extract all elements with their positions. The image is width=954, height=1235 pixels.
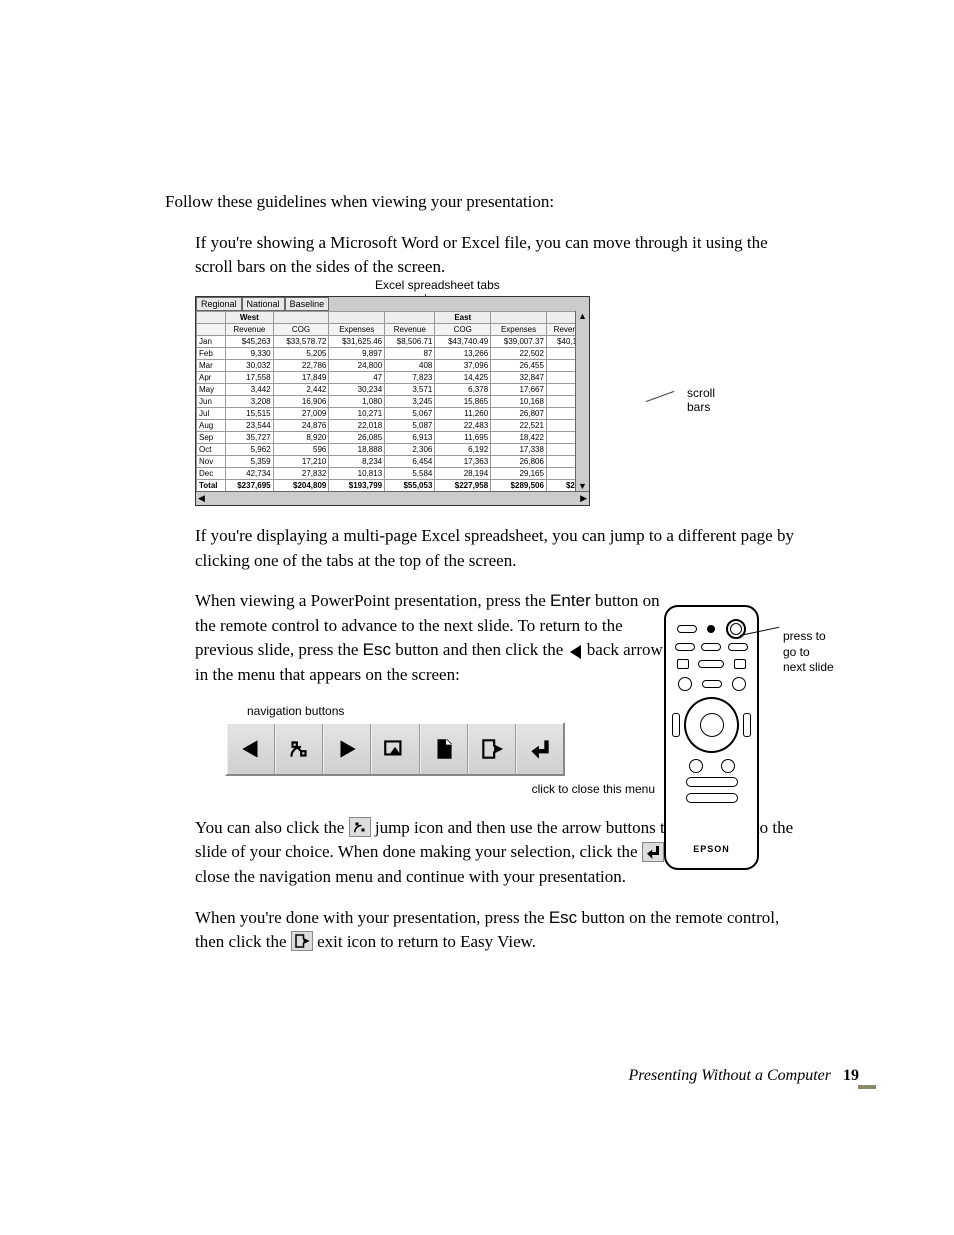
rc-power-button	[726, 619, 746, 639]
rc-button	[743, 713, 751, 737]
excel-tabs-caption: Excel spreadsheet tabs	[375, 278, 500, 292]
rc-button	[686, 793, 738, 803]
return-icon	[642, 842, 664, 862]
rc-button	[677, 659, 689, 669]
vertical-scrollbar[interactable]	[575, 311, 589, 491]
rc-button	[686, 777, 738, 787]
remote-control-figure: EPSON press to go to next slide	[664, 605, 854, 870]
rc-button	[677, 625, 697, 633]
callout-line	[646, 391, 675, 402]
rc-button	[678, 677, 692, 691]
bullet-scrollbars: If you're showing a Microsoft Word or Ex…	[195, 231, 795, 280]
rc-button	[698, 660, 724, 668]
remote-annotation: press to go to next slide	[759, 629, 834, 676]
left-arrow-icon	[570, 645, 581, 659]
excel-tab-baseline[interactable]: Baseline	[285, 297, 330, 311]
rc-button	[702, 680, 722, 688]
nav-forward-button[interactable]	[323, 724, 371, 774]
para-multitab: If you're displaying a multi-page Excel …	[195, 524, 795, 573]
nav-return-button[interactable]	[516, 724, 563, 774]
rc-button	[672, 713, 680, 737]
nav-exit-button[interactable]	[468, 724, 516, 774]
nav-jump-button[interactable]	[275, 724, 323, 774]
rc-button	[728, 643, 748, 651]
intro-text: Follow these guidelines when viewing you…	[165, 190, 795, 215]
rc-button	[689, 759, 703, 773]
remote-brand: EPSON	[672, 844, 751, 854]
para-powerpoint-nav: When viewing a PowerPoint presentation, …	[195, 589, 665, 688]
page-number: 19	[843, 1067, 859, 1084]
excel-tab-national[interactable]: National	[242, 297, 285, 311]
jump-icon	[349, 817, 371, 837]
para-exit: When you're done with your presentation,…	[195, 906, 795, 955]
nav-back-button[interactable]	[227, 724, 275, 774]
footer-accent	[858, 1085, 876, 1089]
enter-key-label: Enter	[550, 591, 591, 610]
excel-screenshot: Excel spreadsheet tabs Regional National…	[195, 296, 665, 506]
close-menu-caption: click to close this menu	[355, 782, 655, 796]
page-footer: Presenting Without a Computer 19	[628, 1067, 859, 1085]
excel-grid: WestEastRevenueCOGExpensesRevenueCOGExpe…	[196, 311, 589, 492]
rc-button	[732, 677, 746, 691]
rc-button	[721, 759, 735, 773]
rc-dpad	[684, 697, 739, 753]
rc-led	[707, 625, 715, 633]
rc-button	[675, 643, 695, 651]
exit-icon	[291, 931, 313, 951]
footer-title: Presenting Without a Computer	[628, 1067, 831, 1084]
rc-button	[701, 643, 721, 651]
excel-tab-regional[interactable]: Regional	[196, 297, 242, 311]
rc-button	[734, 659, 746, 669]
nav-page-button[interactable]	[420, 724, 468, 774]
esc-key-label-2: Esc	[549, 908, 577, 927]
excel-tabs[interactable]: Regional National Baseline	[196, 297, 589, 311]
esc-key-label: Esc	[363, 640, 391, 659]
scrollbars-callout: scroll bars	[687, 386, 715, 415]
nav-slide-button[interactable]	[371, 724, 419, 774]
horizontal-scrollbar[interactable]	[196, 491, 589, 505]
